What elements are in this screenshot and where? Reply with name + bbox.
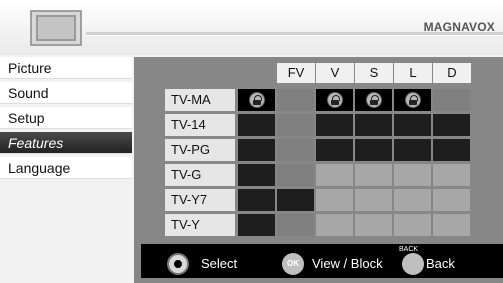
- column-header-d: D: [433, 63, 471, 83]
- grid-cell[interactable]: [238, 189, 275, 211]
- grid-cell[interactable]: [355, 139, 392, 161]
- grid-cell[interactable]: [394, 114, 431, 136]
- column-header-fv: FV: [277, 63, 315, 83]
- brand-logo: MAGNAVOX: [423, 20, 495, 34]
- lock-icon: [327, 92, 343, 108]
- grid-cell-lock[interactable]: [394, 89, 431, 111]
- grid-cell[interactable]: [355, 114, 392, 136]
- grid-cell[interactable]: [433, 89, 470, 111]
- nav-ring-icon: [167, 253, 189, 275]
- back-hint: Back: [426, 256, 455, 271]
- sidebar-item-picture[interactable]: Picture: [0, 57, 132, 79]
- sidebar-item-sound[interactable]: Sound: [0, 82, 132, 104]
- grid-cell[interactable]: [238, 114, 275, 136]
- ok-button-icon: OK: [282, 253, 304, 275]
- grid-cell[interactable]: [316, 189, 353, 211]
- grid-cell-lock[interactable]: [316, 89, 353, 111]
- grid-cell[interactable]: [394, 189, 431, 211]
- view-block-hint: View / Block: [312, 256, 383, 271]
- grid-cell[interactable]: [433, 164, 470, 186]
- rating-row-tv-y7[interactable]: TV-Y7: [165, 189, 235, 211]
- grid-cell[interactable]: [238, 214, 275, 236]
- lock-icon: [405, 92, 421, 108]
- lock-icon: [249, 92, 265, 108]
- back-icon-label: BACK: [399, 246, 419, 253]
- column-header-s: S: [355, 63, 393, 83]
- grid-cell[interactable]: [355, 164, 392, 186]
- rating-row-tv-pg[interactable]: TV-PG: [165, 139, 235, 161]
- header-divider-highlight: [86, 35, 503, 36]
- grid-cell[interactable]: [433, 214, 470, 236]
- grid-cell[interactable]: [277, 89, 314, 111]
- grid-cell[interactable]: [277, 164, 314, 186]
- grid-cell[interactable]: [277, 189, 314, 211]
- column-header-v: V: [316, 63, 354, 83]
- grid-cell[interactable]: [238, 139, 275, 161]
- grid-cell[interactable]: [433, 114, 470, 136]
- header-bar: MAGNAVOX: [0, 0, 503, 55]
- back-button-icon: [402, 253, 424, 275]
- grid-cell[interactable]: [355, 214, 392, 236]
- grid-cell[interactable]: [316, 214, 353, 236]
- rating-row-tv-ma[interactable]: TV-MA: [165, 89, 235, 111]
- rating-row-tv-14[interactable]: TV-14: [165, 114, 235, 136]
- grid-cell[interactable]: [394, 214, 431, 236]
- grid-cell-lock[interactable]: [355, 89, 392, 111]
- grid-cell[interactable]: [316, 114, 353, 136]
- grid-cell-lock[interactable]: [238, 89, 275, 111]
- sidebar-item-features[interactable]: Features: [0, 132, 132, 154]
- grid-cell[interactable]: [355, 189, 392, 211]
- sidebar-menu: Picture Sound Setup Features Language: [0, 57, 132, 182]
- sidebar-item-setup[interactable]: Setup: [0, 107, 132, 129]
- grid-cell[interactable]: [433, 189, 470, 211]
- tv-icon: [30, 10, 82, 46]
- grid-cell[interactable]: [394, 164, 431, 186]
- select-hint: Select: [201, 256, 238, 271]
- sidebar-item-language[interactable]: Language: [0, 157, 132, 179]
- column-header-l: L: [394, 63, 432, 83]
- rating-row-tv-y[interactable]: TV-Y: [165, 214, 235, 236]
- grid-cell[interactable]: [277, 214, 314, 236]
- grid-cell[interactable]: [433, 139, 470, 161]
- rating-row-tv-g[interactable]: TV-G: [165, 164, 235, 186]
- grid-cell[interactable]: [277, 139, 314, 161]
- grid-cell[interactable]: [238, 164, 275, 186]
- grid-cell[interactable]: [316, 139, 353, 161]
- grid-cell[interactable]: [316, 164, 353, 186]
- grid-cell[interactable]: [277, 114, 314, 136]
- grid-cell[interactable]: [394, 139, 431, 161]
- lock-icon: [366, 92, 382, 108]
